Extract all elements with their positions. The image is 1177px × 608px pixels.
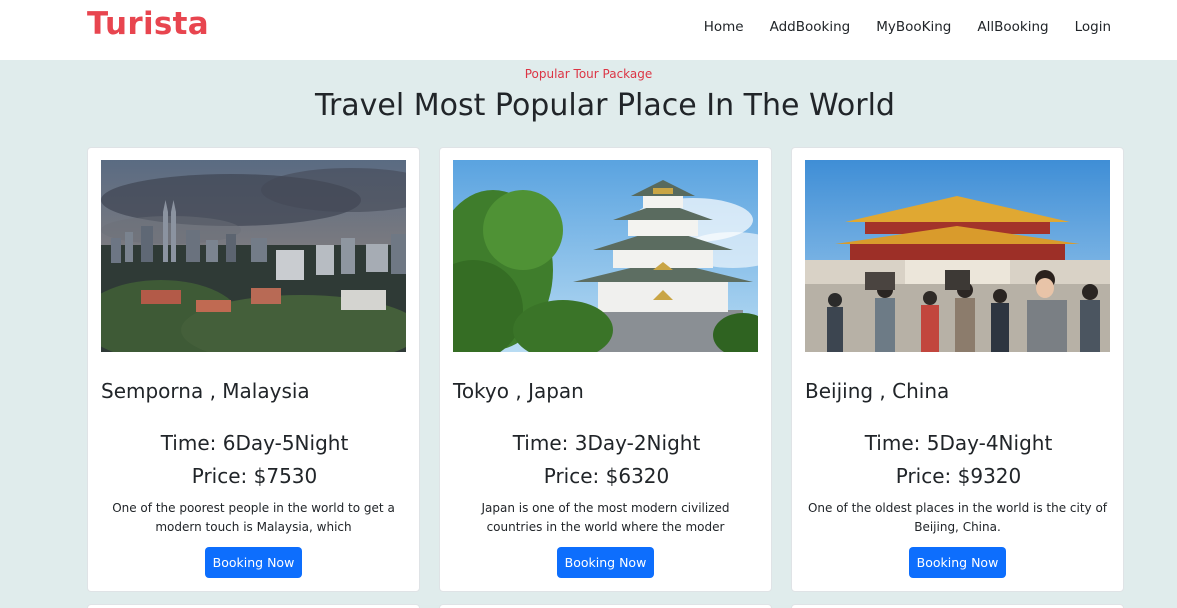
tour-price: Price: $9320 xyxy=(895,464,1022,488)
booking-now-button[interactable]: Booking Now xyxy=(557,547,654,578)
nav-link-add-booking[interactable]: AddBooking xyxy=(770,19,851,35)
tour-image-china xyxy=(805,160,1110,352)
tour-price: Price: $6320 xyxy=(543,464,670,488)
nav-links: Home AddBooking MyBooKing AllBooking Log… xyxy=(704,19,1111,35)
booking-now-button[interactable]: Booking Now xyxy=(909,547,1006,578)
tour-time: Time: 6Day-5Night xyxy=(160,431,349,455)
tour-title: Semporna , Malaysia xyxy=(101,379,310,403)
tour-title: Beijing , China xyxy=(805,379,950,403)
tour-description: Japan is one of the most modern civilize… xyxy=(481,501,730,534)
next-card-row xyxy=(791,604,1124,608)
tour-price: Price: $7530 xyxy=(191,464,318,488)
section-heading: Travel Most Popular Place In The World xyxy=(315,88,895,123)
tour-title: Tokyo , Japan xyxy=(453,379,584,403)
tour-image-japan xyxy=(453,160,758,352)
tour-card-japan: Tokyo , Japan Time: 3Day-2Night Price: $… xyxy=(439,147,772,592)
section-subtitle: Popular Tour Package xyxy=(524,67,653,81)
nav-link-my-booking[interactable]: MyBooKing xyxy=(876,19,951,35)
next-card-row xyxy=(439,604,772,608)
booking-now-button[interactable]: Booking Now xyxy=(205,547,302,578)
tour-description: One of the oldest places in the world is… xyxy=(807,501,1108,534)
tour-card-china: Beijing , China Time: 5Day-4Night Price:… xyxy=(791,147,1124,592)
tour-time: Time: 5Day-4Night xyxy=(864,431,1053,455)
tour-card-malaysia: Semporna , Malaysia Time: 6Day-5Night Pr… xyxy=(87,147,420,592)
tour-image-malaysia xyxy=(101,160,406,352)
nav-link-home[interactable]: Home xyxy=(704,19,744,35)
navbar: Turista Home AddBooking MyBooKing AllBoo… xyxy=(0,0,1177,60)
tour-description: One of the poorest people in the world t… xyxy=(112,501,395,534)
tour-time: Time: 3Day-2Night xyxy=(512,431,701,455)
next-card-row xyxy=(87,604,420,608)
brand-logo[interactable]: Turista xyxy=(87,6,209,42)
nav-link-all-booking[interactable]: AllBooking xyxy=(977,19,1048,35)
nav-link-login[interactable]: Login xyxy=(1075,19,1111,35)
